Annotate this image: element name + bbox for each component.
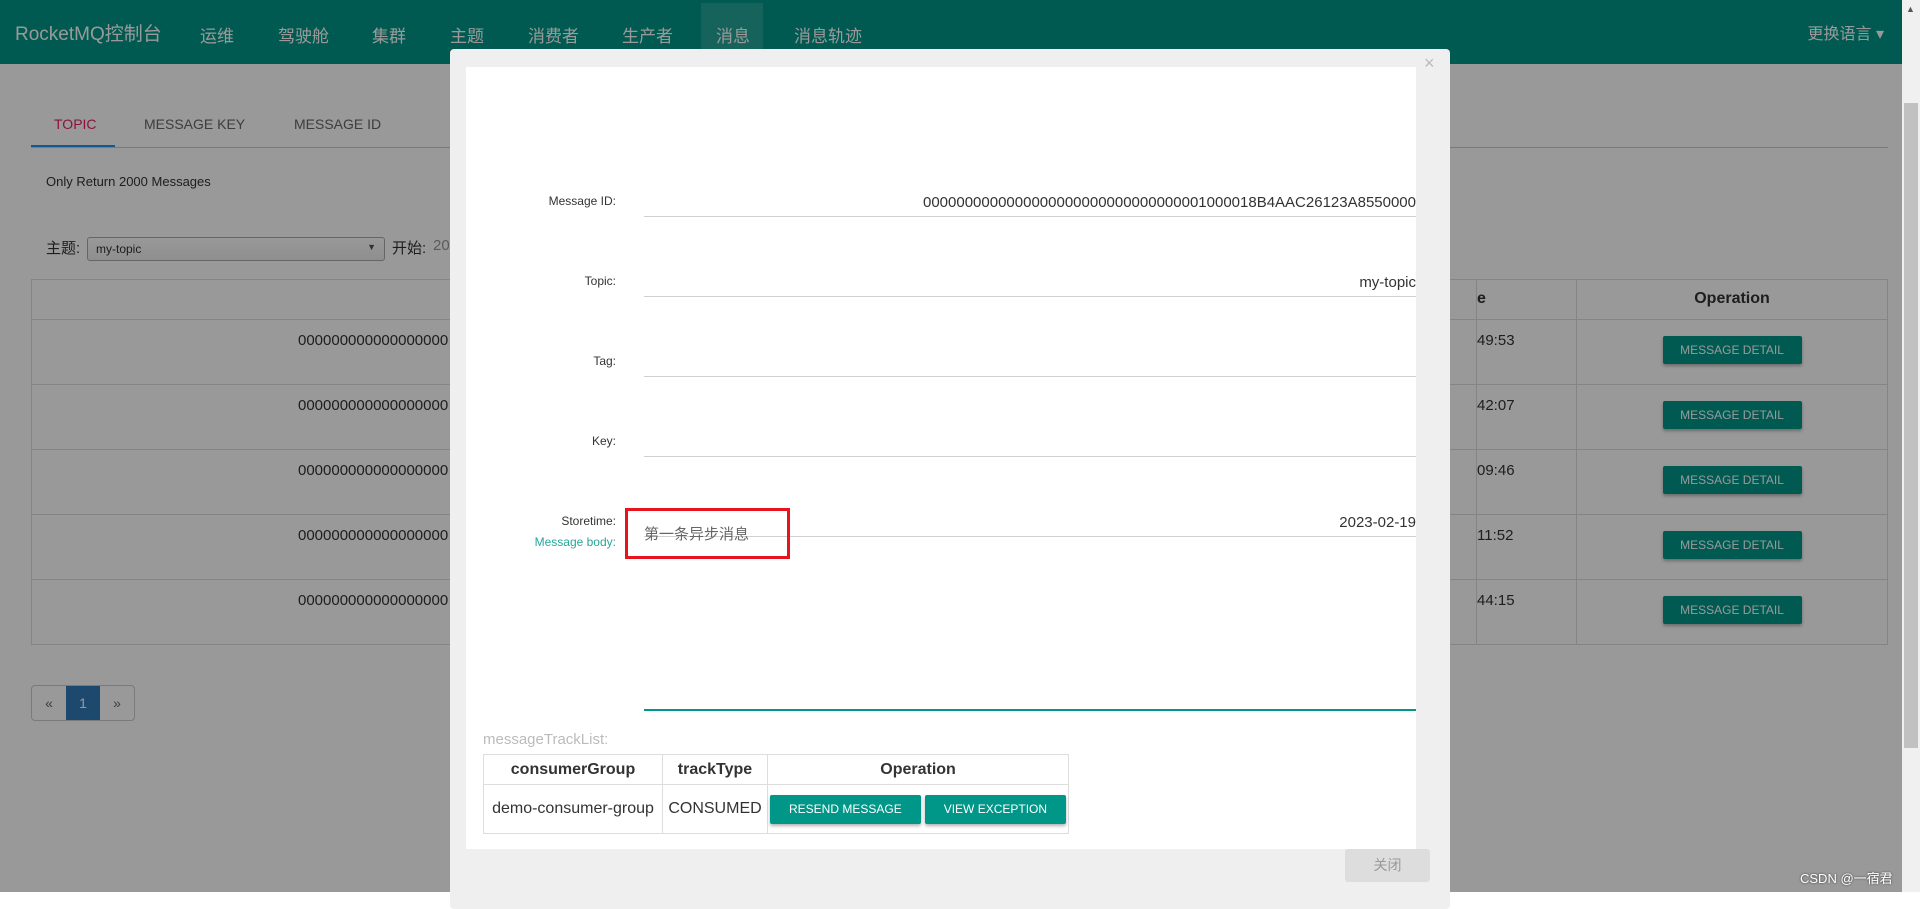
- track-list-label: messageTrackList:: [483, 731, 609, 748]
- key-field[interactable]: [644, 456, 1416, 457]
- message-body-underline: [644, 709, 1416, 711]
- modal-body: Message ID: 0000000000000000000000000000…: [466, 67, 1416, 849]
- close-button[interactable]: 关闭: [1345, 849, 1430, 882]
- track-type-cell: CONSUMED: [662, 784, 768, 834]
- table-row: demo-consumer-group CONSUMED RESEND MESS…: [483, 784, 1070, 834]
- view-exception-button[interactable]: VIEW EXCEPTION: [924, 794, 1067, 824]
- header-track-type: trackType: [662, 754, 768, 785]
- watermark: CSDN @一宿君: [1800, 871, 1893, 886]
- topic-value: my-topic: [1359, 274, 1416, 291]
- message-id-field[interactable]: 0000000000000000000000000000000001000018…: [644, 194, 1416, 217]
- scrollbar-thumb[interactable]: [1904, 103, 1918, 748]
- topic-label: Topic:: [584, 274, 616, 288]
- message-body-label: Message body:: [534, 535, 616, 549]
- message-id-label: Message ID:: [548, 194, 616, 208]
- consumer-group-cell: demo-consumer-group: [483, 784, 663, 834]
- resend-message-button[interactable]: RESEND MESSAGE: [770, 794, 921, 824]
- topic-field[interactable]: my-topic: [644, 274, 1416, 297]
- message-body-text[interactable]: 第一条异步消息: [644, 523, 749, 544]
- tag-label: Tag:: [593, 354, 616, 368]
- header-operation: Operation: [766, 754, 1070, 785]
- track-table: consumerGroup trackType Operation demo-c…: [483, 754, 1070, 834]
- close-icon[interactable]: ×: [1424, 53, 1435, 74]
- message-id-value: 0000000000000000000000000000000001000018…: [923, 194, 1416, 211]
- header-consumer-group: consumerGroup: [483, 754, 663, 785]
- tag-field[interactable]: [644, 376, 1416, 377]
- storetime-value: 2023-02-19: [1339, 514, 1416, 531]
- message-detail-modal: × Message ID: 00000000000000000000000000…: [450, 49, 1450, 909]
- scroll-up-arrow-icon[interactable]: ▲: [1906, 4, 1915, 14]
- key-label: Key:: [591, 434, 616, 448]
- storetime-label: Storetime:: [561, 514, 616, 528]
